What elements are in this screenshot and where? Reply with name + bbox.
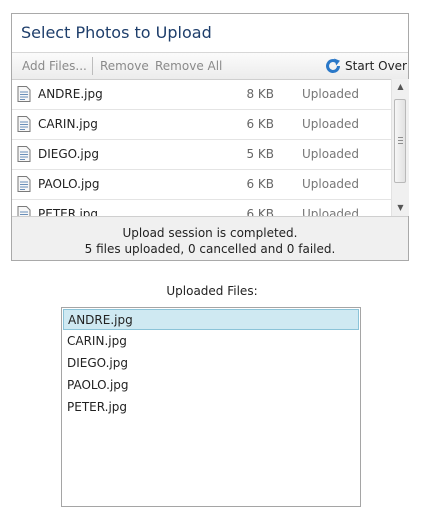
uploaded-files-listbox[interactable]: ANDRE.jpg CARIN.jpg DIEGO.jpg PAOLO.jpg … bbox=[61, 307, 361, 507]
file-name: PETER.jpg bbox=[38, 207, 99, 216]
file-status: Uploaded bbox=[302, 207, 360, 216]
status-message: Upload session is completed. bbox=[122, 226, 298, 240]
thumb-grip bbox=[398, 137, 403, 138]
remove-all-button[interactable]: Remove All bbox=[155, 53, 222, 79]
file-status: Uploaded bbox=[302, 87, 360, 101]
file-size: 6 KB bbox=[246, 207, 274, 216]
list-item[interactable]: PAOLO.jpg bbox=[63, 375, 359, 396]
file-row[interactable]: CARIN.jpg 6 KB Uploaded bbox=[12, 109, 391, 140]
photo-uploader: Select Photos to Upload Add Files... Rem… bbox=[11, 13, 409, 261]
uploader-toolbar: Add Files... Remove Remove All Start Ove… bbox=[12, 52, 408, 80]
file-list: ANDRE.jpg 8 KB Uploaded CARIN.jpg 6 KB U… bbox=[12, 79, 391, 216]
start-over-label: Start Over bbox=[345, 59, 407, 73]
file-status: Uploaded bbox=[302, 117, 360, 131]
document-icon bbox=[17, 116, 31, 132]
file-status: Uploaded bbox=[302, 147, 360, 161]
uploaded-files-label: Uploaded Files: bbox=[166, 284, 258, 298]
file-size: 5 KB bbox=[246, 147, 274, 161]
file-name: ANDRE.jpg bbox=[38, 87, 103, 101]
toolbar-separator bbox=[92, 57, 93, 75]
file-name: PAOLO.jpg bbox=[38, 177, 100, 191]
file-row[interactable]: PAOLO.jpg 6 KB Uploaded bbox=[12, 169, 391, 200]
file-name: DIEGO.jpg bbox=[38, 147, 100, 161]
scroll-up-icon[interactable]: ▲ bbox=[392, 79, 409, 95]
list-item-selected[interactable]: ANDRE.jpg bbox=[63, 309, 359, 330]
document-icon bbox=[17, 86, 31, 102]
scroll-down-icon[interactable]: ▼ bbox=[392, 200, 409, 216]
thumb-grip bbox=[398, 143, 403, 144]
add-files-button[interactable]: Add Files... bbox=[22, 53, 87, 79]
document-icon bbox=[17, 206, 31, 216]
scrollbar-thumb[interactable] bbox=[394, 99, 406, 183]
file-row[interactable]: DIEGO.jpg 5 KB Uploaded bbox=[12, 139, 391, 170]
document-icon bbox=[17, 176, 31, 192]
thumb-grip bbox=[398, 140, 403, 141]
remove-button[interactable]: Remove bbox=[100, 53, 149, 79]
refresh-icon bbox=[326, 58, 340, 73]
status-summary: 5 files uploaded, 0 cancelled and 0 fail… bbox=[84, 242, 336, 256]
file-status: Uploaded bbox=[302, 177, 360, 191]
file-size: 6 KB bbox=[246, 117, 274, 131]
file-size: 8 KB bbox=[246, 87, 274, 101]
uploader-title: Select Photos to Upload bbox=[21, 23, 212, 42]
list-item[interactable]: CARIN.jpg bbox=[63, 331, 359, 352]
file-list-scrollbar[interactable]: ▲ ▼ bbox=[391, 79, 409, 216]
file-size: 6 KB bbox=[246, 177, 274, 191]
file-row[interactable]: PETER.jpg 6 KB Uploaded bbox=[12, 199, 391, 216]
file-row[interactable]: ANDRE.jpg 8 KB Uploaded bbox=[12, 79, 391, 110]
file-name: CARIN.jpg bbox=[38, 117, 98, 131]
upload-status: Upload session is completed. 5 files upl… bbox=[12, 216, 408, 260]
start-over-button[interactable]: Start Over bbox=[326, 53, 407, 79]
list-item[interactable]: PETER.jpg bbox=[63, 397, 359, 418]
document-icon bbox=[17, 146, 31, 162]
list-item[interactable]: DIEGO.jpg bbox=[63, 353, 359, 374]
